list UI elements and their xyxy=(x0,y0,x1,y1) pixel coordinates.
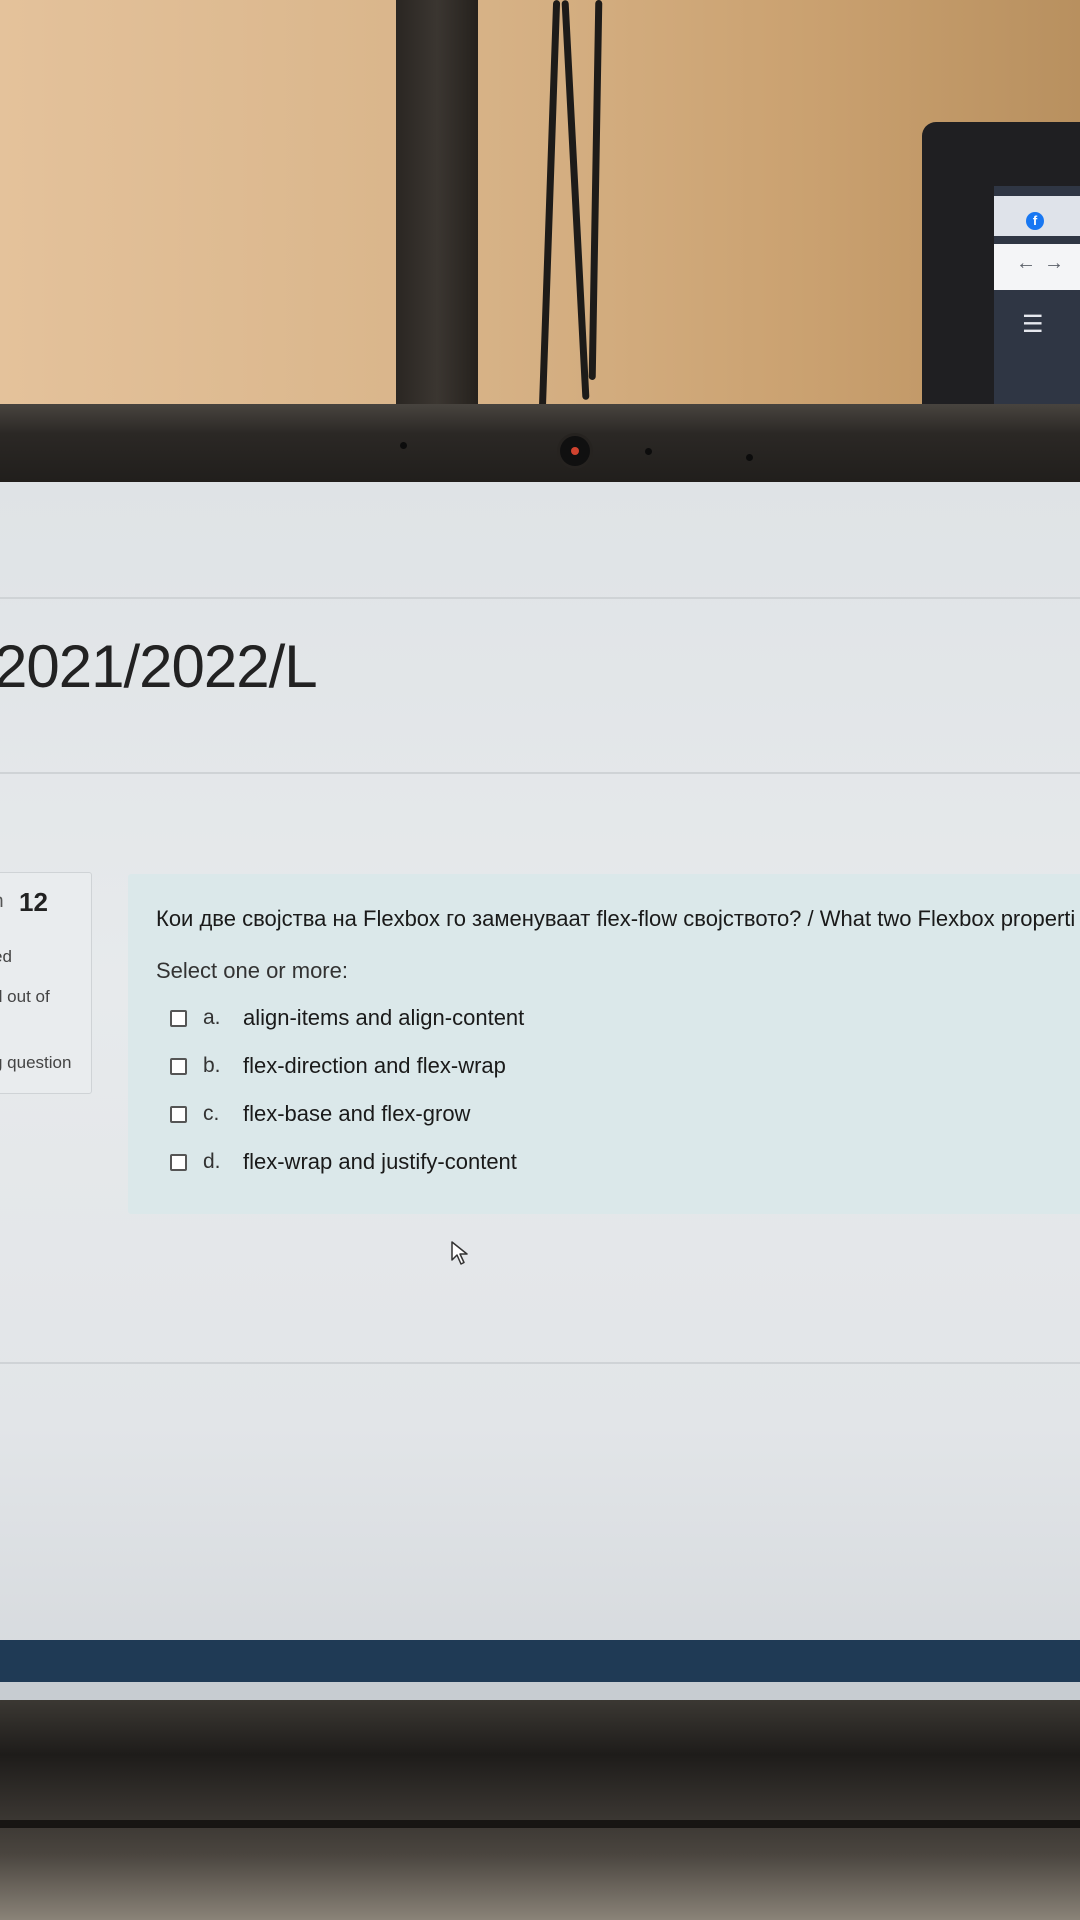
page-title: 2021/2022/L xyxy=(0,633,318,700)
question-info-panel: n 12 t ed d out of g question xyxy=(0,872,92,1094)
monitor-stand-pole xyxy=(396,0,478,410)
question-marks: d out of xyxy=(0,987,50,1006)
answer-text[interactable]: flex-wrap and justify-content xyxy=(243,1149,517,1175)
bezel-sensor xyxy=(746,454,753,461)
page-footer-bar xyxy=(0,1640,1080,1682)
laptop-hinge xyxy=(0,1820,1080,1828)
answer-letter: d. xyxy=(203,1150,221,1173)
answer-letter: a. xyxy=(203,1006,221,1029)
answer-letter: c. xyxy=(203,1102,220,1125)
answer-option-a[interactable]: a. align-items and align-content xyxy=(170,994,524,1042)
menu-icon: ☰ xyxy=(1022,311,1044,338)
checkbox-unchecked-icon[interactable] xyxy=(170,1105,187,1123)
answer-letter: b. xyxy=(203,1054,221,1077)
laptop-screen: 2021/2022/L n 12 t ed d out of g questio… xyxy=(0,482,1080,1738)
question-box: Кои две својства на Flexbox го заменуваа… xyxy=(128,874,1080,1214)
bezel-sensor xyxy=(400,442,407,449)
checkbox-unchecked-icon[interactable] xyxy=(170,1009,187,1027)
answer-option-c[interactable]: c. flex-base and flex-grow xyxy=(170,1090,524,1138)
question-text: Кои две својства на Flexbox го заменуваа… xyxy=(156,906,1076,931)
question-label: n xyxy=(0,891,4,913)
flag-question-link[interactable]: g question xyxy=(0,1053,71,1073)
checkbox-unchecked-icon[interactable] xyxy=(170,1057,187,1075)
header-divider xyxy=(0,772,1080,774)
browser-nav-icon: ←→ xyxy=(1016,252,1072,274)
header-divider xyxy=(0,597,1080,599)
answer-option-b[interactable]: b. flex-direction and flex-wrap xyxy=(170,1042,524,1090)
bezel-sensor xyxy=(645,448,652,455)
question-status: ed xyxy=(0,947,12,966)
laptop-bezel-bottom xyxy=(0,1700,1080,1920)
answer-option-d[interactable]: d. flex-wrap and justify-content xyxy=(170,1138,524,1186)
webcam-icon xyxy=(560,436,590,466)
mouse-pointer-icon xyxy=(451,1241,468,1265)
content-divider xyxy=(0,1362,1080,1364)
question-number: 12 xyxy=(19,887,48,917)
answer-text[interactable]: flex-base and flex-grow xyxy=(243,1101,470,1127)
facebook-icon: f xyxy=(1026,212,1044,230)
answer-text[interactable]: flex-direction and flex-wrap xyxy=(243,1053,506,1079)
checkbox-unchecked-icon[interactable] xyxy=(170,1153,187,1171)
answer-prompt: Select one or more: xyxy=(156,958,348,983)
answer-list: a. align-items and align-content b. flex… xyxy=(170,994,524,1186)
answer-text[interactable]: align-items and align-content xyxy=(243,1005,524,1031)
